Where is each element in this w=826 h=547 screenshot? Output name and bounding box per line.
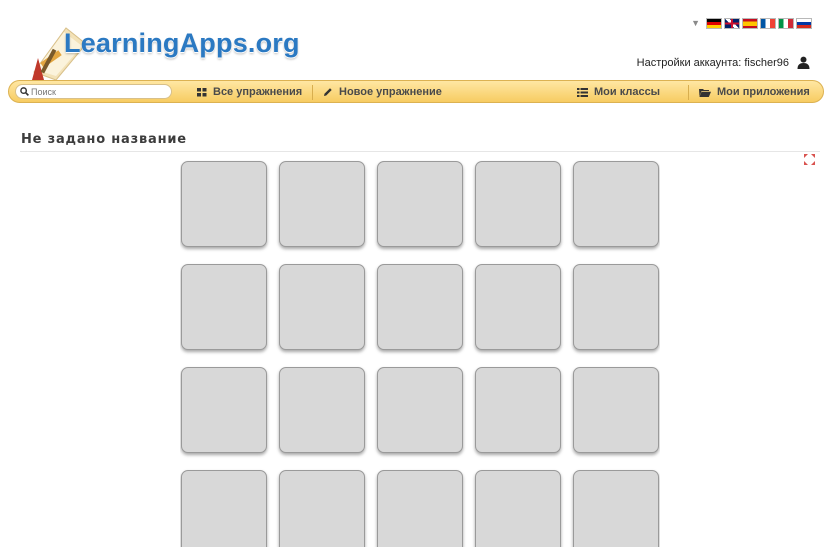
chevron-down-icon[interactable]: ▼	[691, 16, 700, 30]
card-tile[interactable]	[573, 264, 659, 350]
user-icon[interactable]	[797, 56, 810, 69]
pencil-icon	[324, 88, 332, 96]
language-selector[interactable]: ▼	[691, 16, 812, 30]
card-tile[interactable]	[181, 470, 267, 547]
nav-divider	[688, 85, 689, 100]
header: LearningApps.org ▼ Настройки аккаунта: f…	[0, 0, 826, 81]
card-tile[interactable]	[279, 470, 365, 547]
flag-ru-icon[interactable]	[796, 17, 812, 29]
card-tile[interactable]	[279, 367, 365, 453]
page-title: Не задано название	[21, 132, 187, 147]
folder-icon	[699, 88, 711, 97]
card-tile[interactable]	[475, 161, 561, 247]
search-box[interactable]	[15, 84, 172, 99]
account-settings[interactable]: Настройки аккаунта: fischer96	[637, 56, 810, 69]
card-tile[interactable]	[377, 470, 463, 547]
flag-it-icon[interactable]	[778, 17, 794, 29]
divider	[20, 151, 820, 152]
card-tile[interactable]	[279, 161, 365, 247]
card-tile[interactable]	[475, 470, 561, 547]
my-classes-link[interactable]: Мои классы	[577, 84, 660, 100]
search-icon	[20, 87, 29, 96]
my-classes-label: Мои классы	[594, 86, 661, 98]
all-exercises-link[interactable]: Все упражнения	[197, 84, 302, 100]
account-settings-link[interactable]: Настройки аккаунта: fischer96	[637, 57, 789, 69]
nav-divider	[312, 85, 313, 100]
my-apps-label: Мои приложения	[717, 86, 810, 98]
card-tile[interactable]	[377, 367, 463, 453]
logo[interactable]: LearningApps.org	[26, 18, 300, 81]
flag-fr-icon[interactable]	[760, 17, 776, 29]
logo-text: LearningApps.org	[64, 28, 300, 58]
card-grid	[180, 160, 660, 547]
card-tile[interactable]	[377, 161, 463, 247]
card-tile[interactable]	[573, 367, 659, 453]
flag-es-icon[interactable]	[742, 17, 758, 29]
card-tile[interactable]	[181, 161, 267, 247]
card-tile[interactable]	[279, 264, 365, 350]
card-tile[interactable]	[181, 264, 267, 350]
flag-en-icon[interactable]	[724, 17, 740, 29]
card-tile[interactable]	[475, 264, 561, 350]
new-exercise-link[interactable]: Новое упражнение	[323, 84, 442, 100]
main-nav: Все упражнения Новое упражнение Мои клас…	[8, 80, 824, 103]
my-apps-link[interactable]: Мои приложения	[699, 84, 810, 100]
new-exercise-label: Новое упражнение	[339, 86, 442, 98]
card-tile[interactable]	[573, 161, 659, 247]
fullscreen-icon[interactable]	[804, 154, 815, 165]
all-exercises-label: Все упражнения	[213, 86, 303, 98]
card-tile[interactable]	[377, 264, 463, 350]
list-icon	[577, 87, 588, 97]
grid-icon	[197, 87, 207, 96]
search-input[interactable]	[31, 86, 161, 97]
card-tile[interactable]	[573, 470, 659, 547]
card-tile[interactable]	[181, 367, 267, 453]
card-tile[interactable]	[475, 367, 561, 453]
flag-de-icon[interactable]	[706, 17, 722, 29]
